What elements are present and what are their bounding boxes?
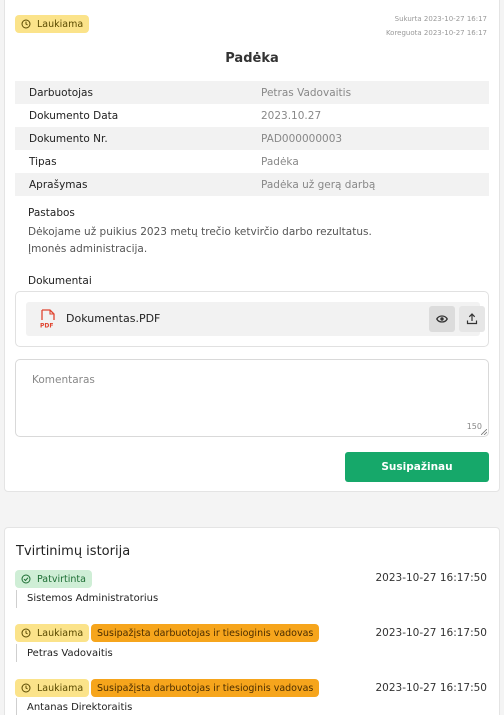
character-counter: 150 [466, 422, 482, 431]
svg-text:PDF: PDF [40, 323, 53, 330]
resize-handle-icon[interactable] [481, 429, 487, 435]
status-badge-label: Laukiama [37, 682, 84, 694]
notes-line: Dėkojame už puikius 2023 metų trečio ket… [28, 226, 372, 238]
download-document-button[interactable] [459, 306, 485, 332]
status-badge-label: Patvirtinta [37, 573, 86, 585]
status-badge-label: Laukiama [37, 18, 84, 30]
acknowledge-button[interactable]: Susipažinau [345, 452, 489, 482]
notes-line: Įmonės administracija. [28, 243, 148, 255]
pdf-file-icon: PDF [40, 309, 55, 330]
detail-label: Dokumento Data [29, 109, 119, 122]
detail-label: Aprašymas [29, 178, 88, 191]
history-title: Tvirtinimų istorija [16, 544, 131, 559]
detail-row-employee: Darbuotojas Petras Vadovaitis [15, 81, 489, 104]
comment-placeholder: Komentaras [32, 374, 95, 386]
stage-tag: Susipažįsta darbuotojas ir tiesioginis v… [91, 679, 320, 697]
detail-value: Padėka [261, 155, 299, 168]
detail-value: Padėka už gerą darbą [261, 178, 376, 191]
status-badge-waiting: Laukiama [15, 679, 90, 697]
detail-value: PAD000000003 [261, 132, 343, 145]
timeline-line [16, 644, 17, 662]
clock-icon [21, 19, 31, 29]
documents-label: Dokumentai [28, 275, 92, 287]
detail-row-type: Tipas Padėka [15, 150, 489, 173]
detail-value: 2023.10.27 [261, 109, 322, 122]
document-name[interactable]: Dokumentas.PDF [66, 312, 160, 325]
detail-label: Darbuotojas [29, 86, 93, 99]
detail-label: Tipas [29, 155, 57, 168]
status-badge-label: Laukiama [37, 627, 84, 639]
clock-icon [21, 683, 31, 693]
history-date: 2023-10-27 16:17:50 [375, 682, 487, 694]
detail-row-description: Aprašymas Padėka už gerą darbą [15, 173, 489, 196]
timeline-line [16, 590, 17, 608]
approval-history-card: Tvirtinimų istorija Patvirtinta 2023-10-… [4, 527, 500, 715]
notes-label: Pastabos [28, 207, 75, 219]
detail-label: Dokumento Nr. [29, 132, 108, 145]
comment-textarea[interactable]: Komentaras 150 [15, 359, 489, 437]
document-item[interactable]: PDF Dokumentas.PDF [26, 302, 485, 336]
created-timestamp: Sukurta 2023-10-27 16:17 [394, 15, 487, 23]
download-icon [466, 313, 478, 325]
history-person: Sistemos Administratorius [27, 593, 159, 604]
history-date: 2023-10-27 16:17:50 [375, 572, 487, 584]
status-badge-waiting: Laukiama [15, 624, 90, 642]
history-person: Antanas Direktoraitis [27, 702, 133, 713]
view-document-button[interactable] [429, 306, 455, 332]
clock-icon [21, 628, 31, 638]
history-date: 2023-10-27 16:17:50 [375, 627, 487, 639]
documents-list: PDF Dokumentas.PDF [15, 291, 489, 347]
timeline-line [16, 698, 17, 715]
modified-timestamp: Koreguota 2023-10-27 16:17 [385, 29, 487, 37]
status-badge: Laukiama [15, 15, 90, 33]
stage-tag: Susipažįsta darbuotojas ir tiesioginis v… [91, 624, 320, 642]
detail-value: Petras Vadovaitis [261, 86, 352, 99]
eye-icon [436, 315, 448, 323]
detail-row-date: Dokumento Data 2023.10.27 [15, 104, 489, 127]
status-badge-approved: Patvirtinta [15, 570, 92, 588]
document-card: Laukiama Sukurta 2023-10-27 16:17 Koregu… [4, 0, 500, 492]
check-circle-icon [21, 574, 31, 584]
document-title: Padėka [225, 51, 279, 66]
detail-row-number: Dokumento Nr. PAD000000003 [15, 127, 489, 150]
history-person: Petras Vadovaitis [27, 648, 113, 659]
